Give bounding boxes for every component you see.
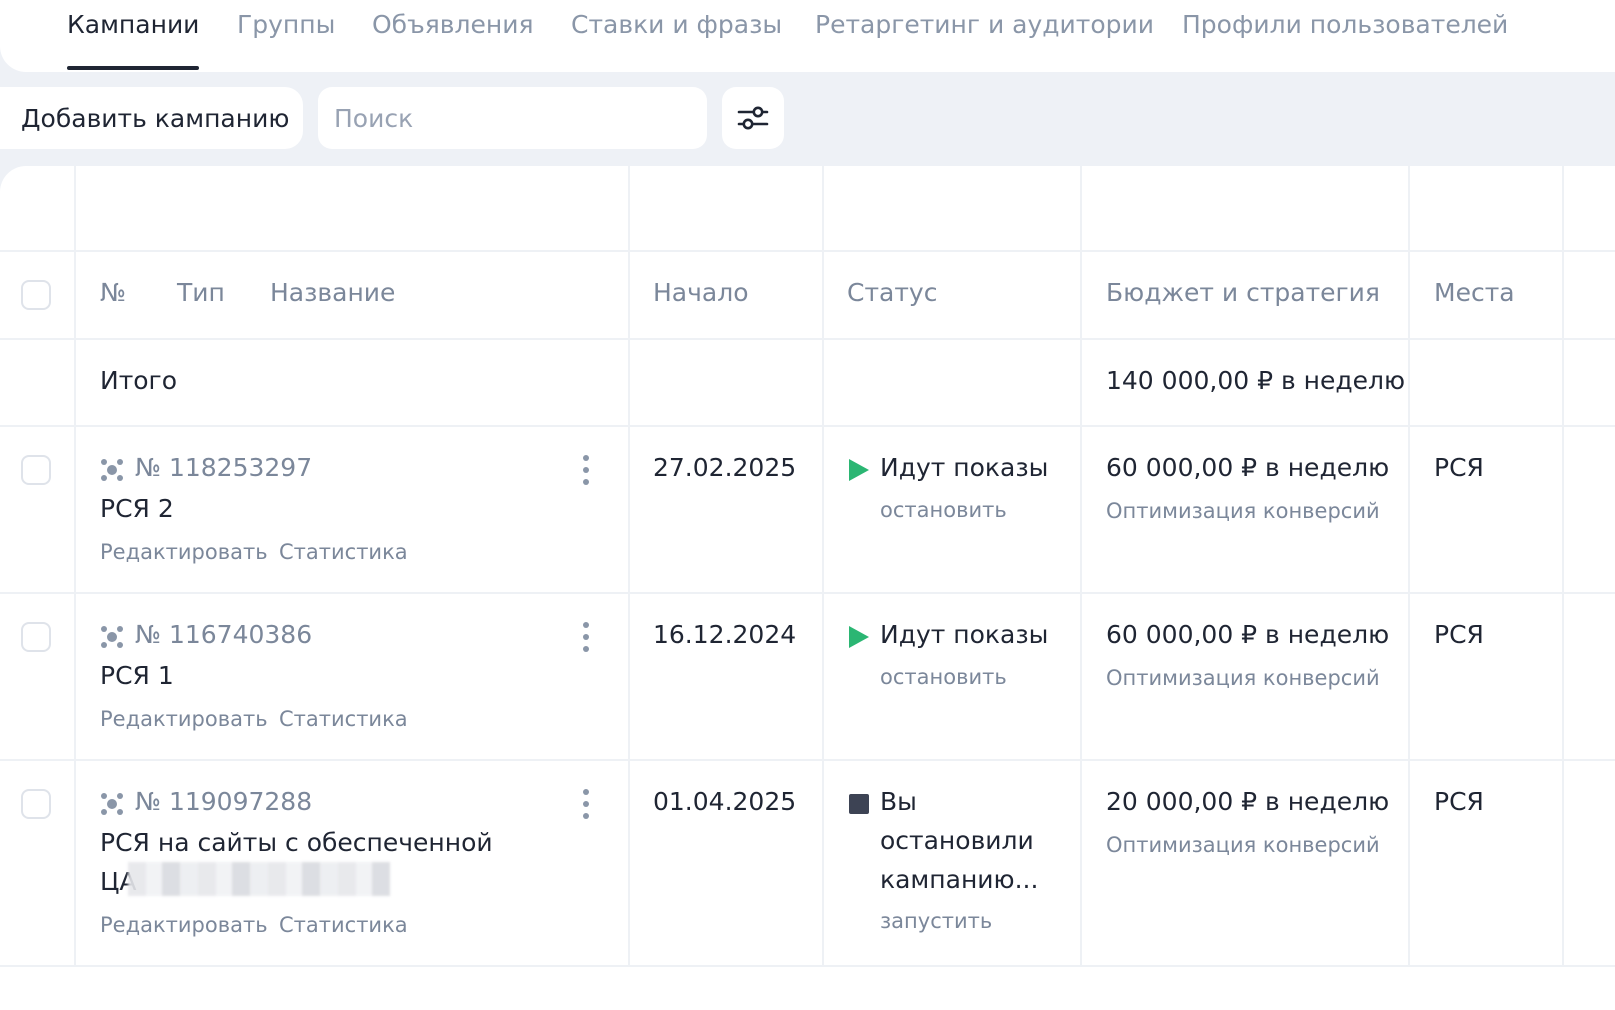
add-campaign-button[interactable]: Добавить кампанию: [0, 87, 303, 149]
tab-ads[interactable]: Объявления: [372, 10, 534, 40]
start-link[interactable]: запустить: [880, 909, 992, 933]
card-corner: [0, 166, 30, 196]
budget: 60 000,00 ₽ в неделю: [1106, 620, 1390, 649]
row-divider: [0, 965, 1615, 967]
column-divider: [1080, 166, 1082, 966]
tab-campaigns[interactable]: Кампании: [67, 10, 199, 40]
tab-retargeting[interactable]: Ретаргетинг и аудитории: [815, 10, 1154, 40]
row-checkbox[interactable]: [21, 622, 51, 652]
strategy: Оптимизация конверсий: [1106, 666, 1380, 690]
row-checkbox[interactable]: [21, 789, 51, 819]
campaign-number: № 119097288: [135, 787, 313, 816]
header-type[interactable]: Тип: [177, 278, 225, 307]
campaign-name[interactable]: РСЯ 1: [100, 661, 174, 690]
more-options-icon[interactable]: [578, 619, 594, 655]
status-text-line2: остановили: [880, 826, 1034, 855]
more-options-icon[interactable]: [578, 452, 594, 488]
network-campaign-icon: [101, 459, 123, 481]
column-divider: [1408, 166, 1410, 966]
start-date: 27.02.2025: [653, 453, 797, 482]
edit-link[interactable]: Редактировать: [100, 707, 268, 731]
column-divider: [74, 166, 76, 966]
stats-link[interactable]: Статистика: [279, 707, 408, 731]
stop-icon: [849, 794, 869, 814]
select-all-checkbox[interactable]: [21, 280, 51, 310]
row-divider: [0, 759, 1615, 761]
header-name[interactable]: Название: [270, 278, 395, 307]
campaign-number: № 116740386: [135, 620, 313, 649]
row-divider: [0, 425, 1615, 427]
status-text-line3: кампанию...: [880, 865, 1039, 894]
stop-link[interactable]: остановить: [880, 498, 1007, 522]
tab-bids-phrases[interactable]: Ставки и фразы: [571, 10, 782, 40]
sliders-icon: [737, 106, 769, 130]
budget: 60 000,00 ₽ в неделю: [1106, 453, 1390, 482]
start-date: 01.04.2025: [653, 787, 797, 816]
active-tab-indicator: [67, 66, 199, 70]
stats-link[interactable]: Статистика: [279, 913, 408, 937]
header-start[interactable]: Начало: [653, 278, 748, 307]
search-box: [318, 87, 707, 149]
strategy: Оптимизация конверсий: [1106, 499, 1380, 523]
row-divider: [0, 338, 1615, 340]
budget: 20 000,00 ₽ в неделю: [1106, 787, 1390, 816]
play-icon: [849, 459, 869, 481]
campaign-name[interactable]: РСЯ 2: [100, 494, 174, 523]
more-options-icon[interactable]: [578, 786, 594, 822]
network-campaign-icon: [101, 793, 123, 815]
edit-link[interactable]: Редактировать: [100, 913, 268, 937]
row-divider: [0, 592, 1615, 594]
redacted-text: [128, 862, 390, 896]
header-places[interactable]: Места: [1434, 278, 1515, 307]
row-divider: [0, 250, 1615, 252]
places: РСЯ: [1434, 453, 1484, 482]
network-campaign-icon: [101, 626, 123, 648]
status-text: Идут показы: [880, 453, 1049, 482]
row-checkbox[interactable]: [21, 455, 51, 485]
places: РСЯ: [1434, 620, 1484, 649]
tab-groups[interactable]: Группы: [237, 10, 335, 40]
campaign-number: № 118253297: [135, 453, 313, 482]
campaign-name[interactable]: РСЯ на сайты с обеспеченной: [100, 828, 493, 857]
start-date: 16.12.2024: [653, 620, 797, 649]
column-divider: [822, 166, 824, 966]
stats-link[interactable]: Статистика: [279, 540, 408, 564]
column-divider: [628, 166, 630, 966]
status-text: Вы: [880, 787, 917, 816]
total-budget: 140 000,00 ₽ в неделю: [1106, 366, 1406, 395]
header-budget[interactable]: Бюджет и стратегия: [1106, 278, 1380, 307]
header-status[interactable]: Статус: [847, 278, 937, 307]
status-text: Идут показы: [880, 620, 1049, 649]
places: РСЯ: [1434, 787, 1484, 816]
tabs-bar: Кампании Группы Объявления Ставки и фраз…: [0, 0, 1615, 72]
header-number[interactable]: №: [100, 278, 126, 307]
stop-link[interactable]: остановить: [880, 665, 1007, 689]
edit-link[interactable]: Редактировать: [100, 540, 268, 564]
total-label: Итого: [100, 366, 177, 395]
play-icon: [849, 626, 869, 648]
filter-button[interactable]: [722, 87, 784, 149]
column-divider: [1562, 166, 1564, 966]
strategy: Оптимизация конверсий: [1106, 833, 1380, 857]
search-input[interactable]: [334, 103, 707, 133]
tab-user-profiles[interactable]: Профили пользователей: [1182, 10, 1508, 40]
